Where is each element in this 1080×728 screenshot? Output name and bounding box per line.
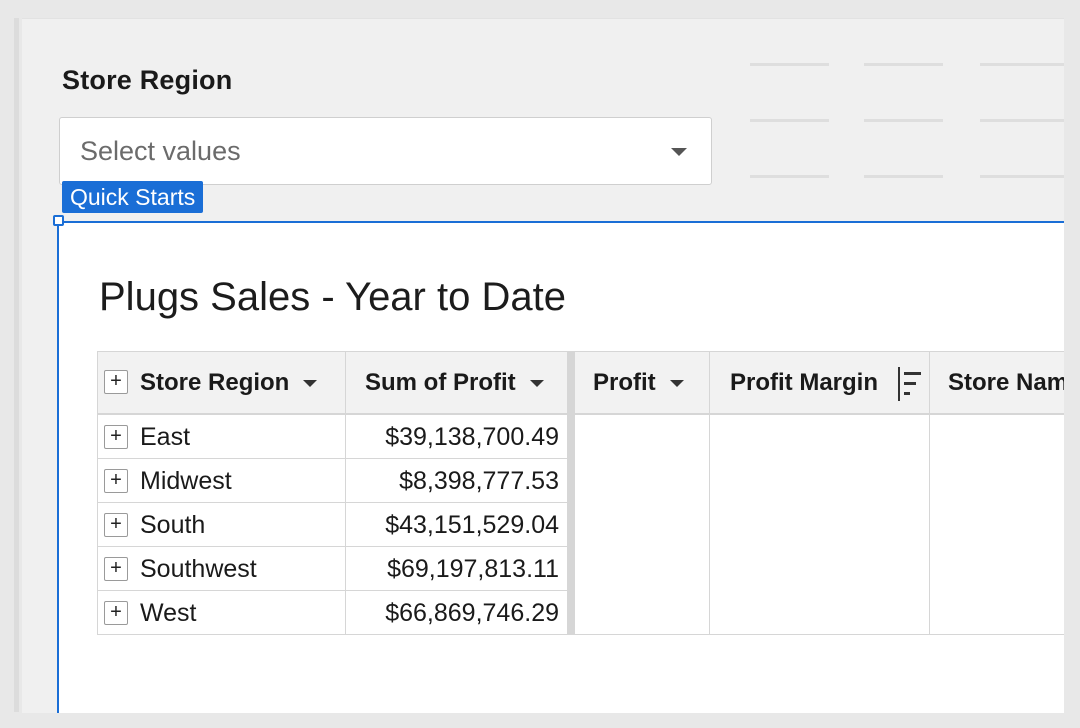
placeholder-line bbox=[980, 119, 1064, 122]
cell-store-region: South bbox=[140, 511, 206, 539]
page-left-rule bbox=[14, 18, 19, 712]
workbook-canvas: Store Region Select values Quick Starts … bbox=[22, 18, 1064, 713]
placeholder-line bbox=[980, 63, 1064, 66]
pivot-table-element[interactable]: Plugs Sales - Year to Date + Store Regio… bbox=[57, 221, 1064, 713]
chevron-down-icon[interactable] bbox=[529, 380, 544, 388]
column-header-store-region[interactable]: Store Region bbox=[140, 352, 345, 414]
chevron-down-icon[interactable] bbox=[303, 380, 318, 388]
column-header-label: Store Region bbox=[140, 369, 290, 396]
cell-sum-of-profit: $66,869,746.29 bbox=[385, 599, 559, 627]
table-row[interactable]: + West $66,869,746.29 bbox=[97, 591, 567, 635]
table-row[interactable]: + Midwest $8,398,777.53 bbox=[97, 459, 567, 503]
table-row[interactable]: + Southwest $69,197,813.11 bbox=[97, 547, 567, 591]
column-divider bbox=[709, 351, 710, 635]
expand-plus-icon[interactable]: + bbox=[104, 601, 128, 625]
store-region-select[interactable]: Select values bbox=[59, 117, 712, 185]
resize-handle[interactable] bbox=[53, 215, 64, 226]
table-row[interactable]: + East $39,138,700.49 bbox=[97, 415, 567, 459]
sort-icon[interactable] bbox=[897, 366, 923, 401]
table-border bbox=[97, 351, 98, 635]
expand-plus-icon[interactable]: + bbox=[104, 557, 128, 581]
expand-plus-icon[interactable]: + bbox=[104, 370, 128, 394]
placeholder-line bbox=[864, 63, 943, 66]
table-border bbox=[575, 634, 1064, 635]
column-header-label: Sum of Profit bbox=[365, 369, 516, 396]
column-header-label: Profit Margin bbox=[730, 369, 878, 396]
column-header-sum-of-profit[interactable]: Sum of Profit bbox=[365, 352, 567, 414]
cell-sum-of-profit: $69,197,813.11 bbox=[387, 555, 559, 583]
expand-plus-icon[interactable]: + bbox=[104, 425, 128, 449]
cell-sum-of-profit: $39,138,700.49 bbox=[385, 423, 559, 451]
table-header-right: Profit Profit Margin Store Name bbox=[575, 351, 1064, 415]
placeholder-line bbox=[980, 175, 1064, 178]
table-header-left: + Store Region Sum of Profit bbox=[97, 351, 567, 415]
column-header-label: Store Name bbox=[948, 369, 1064, 396]
cell-sum-of-profit: $43,151,529.04 bbox=[385, 511, 559, 539]
chevron-down-icon[interactable] bbox=[669, 380, 684, 388]
cell-store-region: East bbox=[140, 423, 191, 451]
placeholder-line bbox=[864, 175, 943, 178]
placeholder-line bbox=[864, 119, 943, 122]
element-tag[interactable]: Quick Starts bbox=[62, 181, 204, 213]
column-header-profit[interactable]: Profit bbox=[593, 352, 711, 414]
expand-plus-icon[interactable]: + bbox=[104, 469, 128, 493]
cell-store-region: West bbox=[140, 599, 197, 627]
expand-plus-icon[interactable]: + bbox=[104, 513, 128, 537]
pinned-column-divider[interactable] bbox=[567, 351, 575, 635]
cell-sum-of-profit: $8,398,777.53 bbox=[399, 467, 559, 495]
placeholder-line bbox=[750, 63, 829, 66]
placeholder-line bbox=[750, 119, 829, 122]
table-row[interactable]: + South $43,151,529.04 bbox=[97, 503, 567, 547]
column-header-label: Profit bbox=[593, 369, 656, 396]
select-placeholder: Select values bbox=[80, 136, 241, 166]
cell-store-region: Midwest bbox=[140, 467, 232, 495]
page-right-edge bbox=[1064, 0, 1080, 728]
chevron-down-icon bbox=[671, 148, 687, 156]
column-header-store-name[interactable]: Store Name bbox=[948, 352, 1064, 414]
cell-store-region: Southwest bbox=[140, 555, 257, 583]
element-title: Plugs Sales - Year to Date bbox=[99, 275, 566, 319]
column-divider bbox=[929, 351, 930, 635]
placeholder-line bbox=[750, 175, 829, 178]
filter-label: Store Region bbox=[62, 65, 233, 95]
column-header-profit-margin[interactable]: Profit Margin bbox=[730, 352, 940, 414]
